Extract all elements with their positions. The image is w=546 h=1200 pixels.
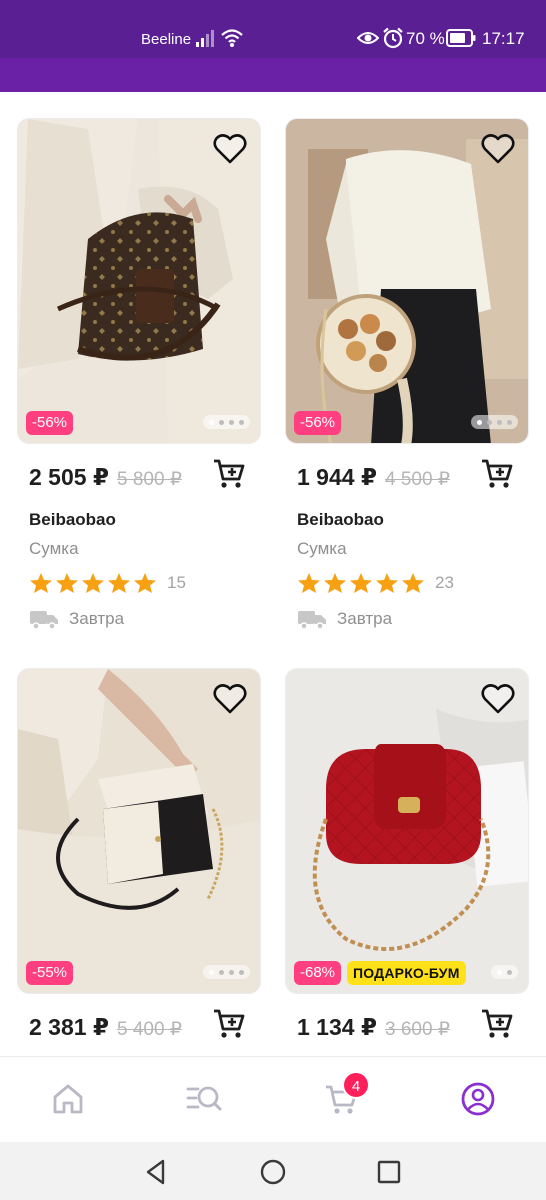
product-type: Сумка — [29, 539, 79, 558]
price: 1 944 ₽ — [297, 464, 377, 490]
delivery-truck-icon — [30, 611, 58, 630]
delivery-info: Завтра — [297, 608, 392, 630]
favorite-heart-icon[interactable] — [212, 131, 248, 167]
star-icon — [350, 573, 372, 593]
star-icon — [134, 573, 156, 593]
product-card[interactable]: -68% ПОДАРКО-БУМ 1 134 ₽ 3 600 ₽ — [285, 668, 529, 1058]
price: 1 134 ₽ — [297, 1014, 377, 1040]
product-image[interactable]: -56% — [285, 118, 529, 444]
brand-name: Beibaobao — [29, 510, 116, 529]
review-count: 23 — [435, 573, 454, 592]
rating: 23 — [297, 572, 454, 594]
product-type: Сумка — [297, 539, 347, 558]
image-pager-dots — [491, 965, 518, 979]
price: 2 505 ₽ — [29, 464, 109, 490]
battery-percent: 70 % — [406, 29, 445, 48]
cart-badge: 4 — [342, 1071, 370, 1099]
old-price: 5 400 ₽ — [117, 1019, 182, 1040]
old-price: 3 600 ₽ — [385, 1019, 450, 1040]
star-icon — [402, 573, 424, 593]
profile-icon[interactable] — [460, 1081, 496, 1117]
star-icon — [82, 573, 104, 593]
discount-badge: -68% — [294, 961, 342, 985]
delivery-info: Завтра — [29, 608, 124, 630]
rating: 15 — [29, 572, 186, 594]
price-row: 1 944 ₽ 4 500 ₽ — [297, 459, 529, 496]
star-icon — [298, 573, 320, 593]
delivery-date: Завтра — [337, 609, 393, 628]
star-icon — [324, 573, 346, 593]
image-pager-dots — [471, 415, 518, 429]
star-icon — [30, 573, 52, 593]
discount-badge: -56% — [26, 411, 74, 435]
product-image[interactable]: -68% ПОДАРКО-БУМ — [285, 668, 529, 994]
system-navigation-bar — [0, 1142, 546, 1200]
price-row: 2 505 ₽ 5 800 ₽ — [29, 459, 261, 496]
add-to-cart-icon[interactable] — [211, 456, 247, 492]
delivery-truck-icon — [298, 611, 326, 630]
add-to-cart-icon[interactable] — [479, 1006, 515, 1042]
review-count: 15 — [167, 573, 186, 592]
wifi-icon — [221, 29, 243, 47]
image-pager-dots — [203, 415, 250, 429]
delivery-date: Завтра — [69, 609, 125, 628]
product-card[interactable]: -55% 2 381 ₽ 5 400 ₽ — [17, 668, 261, 1058]
brand-name: Beibaobao — [297, 510, 384, 529]
eye-icon — [357, 32, 379, 44]
star-icon — [108, 573, 130, 593]
product-card[interactable]: -56% 2 505 ₽ 5 800 ₽ Beibaobao Сумка 15 … — [17, 118, 261, 638]
catalog-search-icon[interactable] — [186, 1081, 222, 1117]
product-card[interactable]: -56% 1 944 ₽ 4 500 ₽ Beibaobao Сумка 23 … — [285, 118, 529, 638]
discount-badge: -56% — [294, 411, 342, 435]
price-row: 2 381 ₽ 5 400 ₽ — [29, 1009, 261, 1046]
add-to-cart-icon[interactable] — [211, 1006, 247, 1042]
home-circle-icon[interactable] — [259, 1158, 287, 1186]
product-image[interactable]: -55% — [17, 668, 261, 994]
header-hidden-content-right — [384, 58, 504, 66]
add-to-cart-icon[interactable] — [479, 456, 515, 492]
star-icon — [376, 573, 398, 593]
favorite-heart-icon[interactable] — [480, 131, 516, 167]
old-price: 4 500 ₽ — [385, 469, 450, 490]
old-price: 5 800 ₽ — [117, 469, 182, 490]
price-row: 1 134 ₽ 3 600 ₽ — [297, 1009, 529, 1046]
discount-badge: -55% — [26, 961, 74, 985]
bottom-navigation: 4 — [0, 1056, 546, 1142]
battery-icon — [446, 29, 476, 47]
favorite-heart-icon[interactable] — [480, 681, 516, 717]
alarm-icon — [383, 27, 403, 49]
clock: 17:17 — [482, 29, 525, 48]
price: 2 381 ₽ — [29, 1014, 109, 1040]
header-hidden-content — [28, 58, 228, 66]
signal-icon — [196, 30, 214, 47]
favorite-heart-icon[interactable] — [212, 681, 248, 717]
header-strip — [0, 58, 546, 92]
back-icon[interactable] — [142, 1158, 170, 1186]
status-bar: Beeline 70 % 17:17 — [0, 0, 546, 58]
home-icon[interactable] — [50, 1081, 86, 1117]
carrier-name: Beeline — [141, 31, 192, 48]
product-image[interactable]: -56% — [17, 118, 261, 444]
recents-icon[interactable] — [375, 1158, 403, 1186]
promo-badge: ПОДАРКО-БУМ — [347, 961, 466, 985]
star-icon — [56, 573, 78, 593]
image-pager-dots — [203, 965, 250, 979]
